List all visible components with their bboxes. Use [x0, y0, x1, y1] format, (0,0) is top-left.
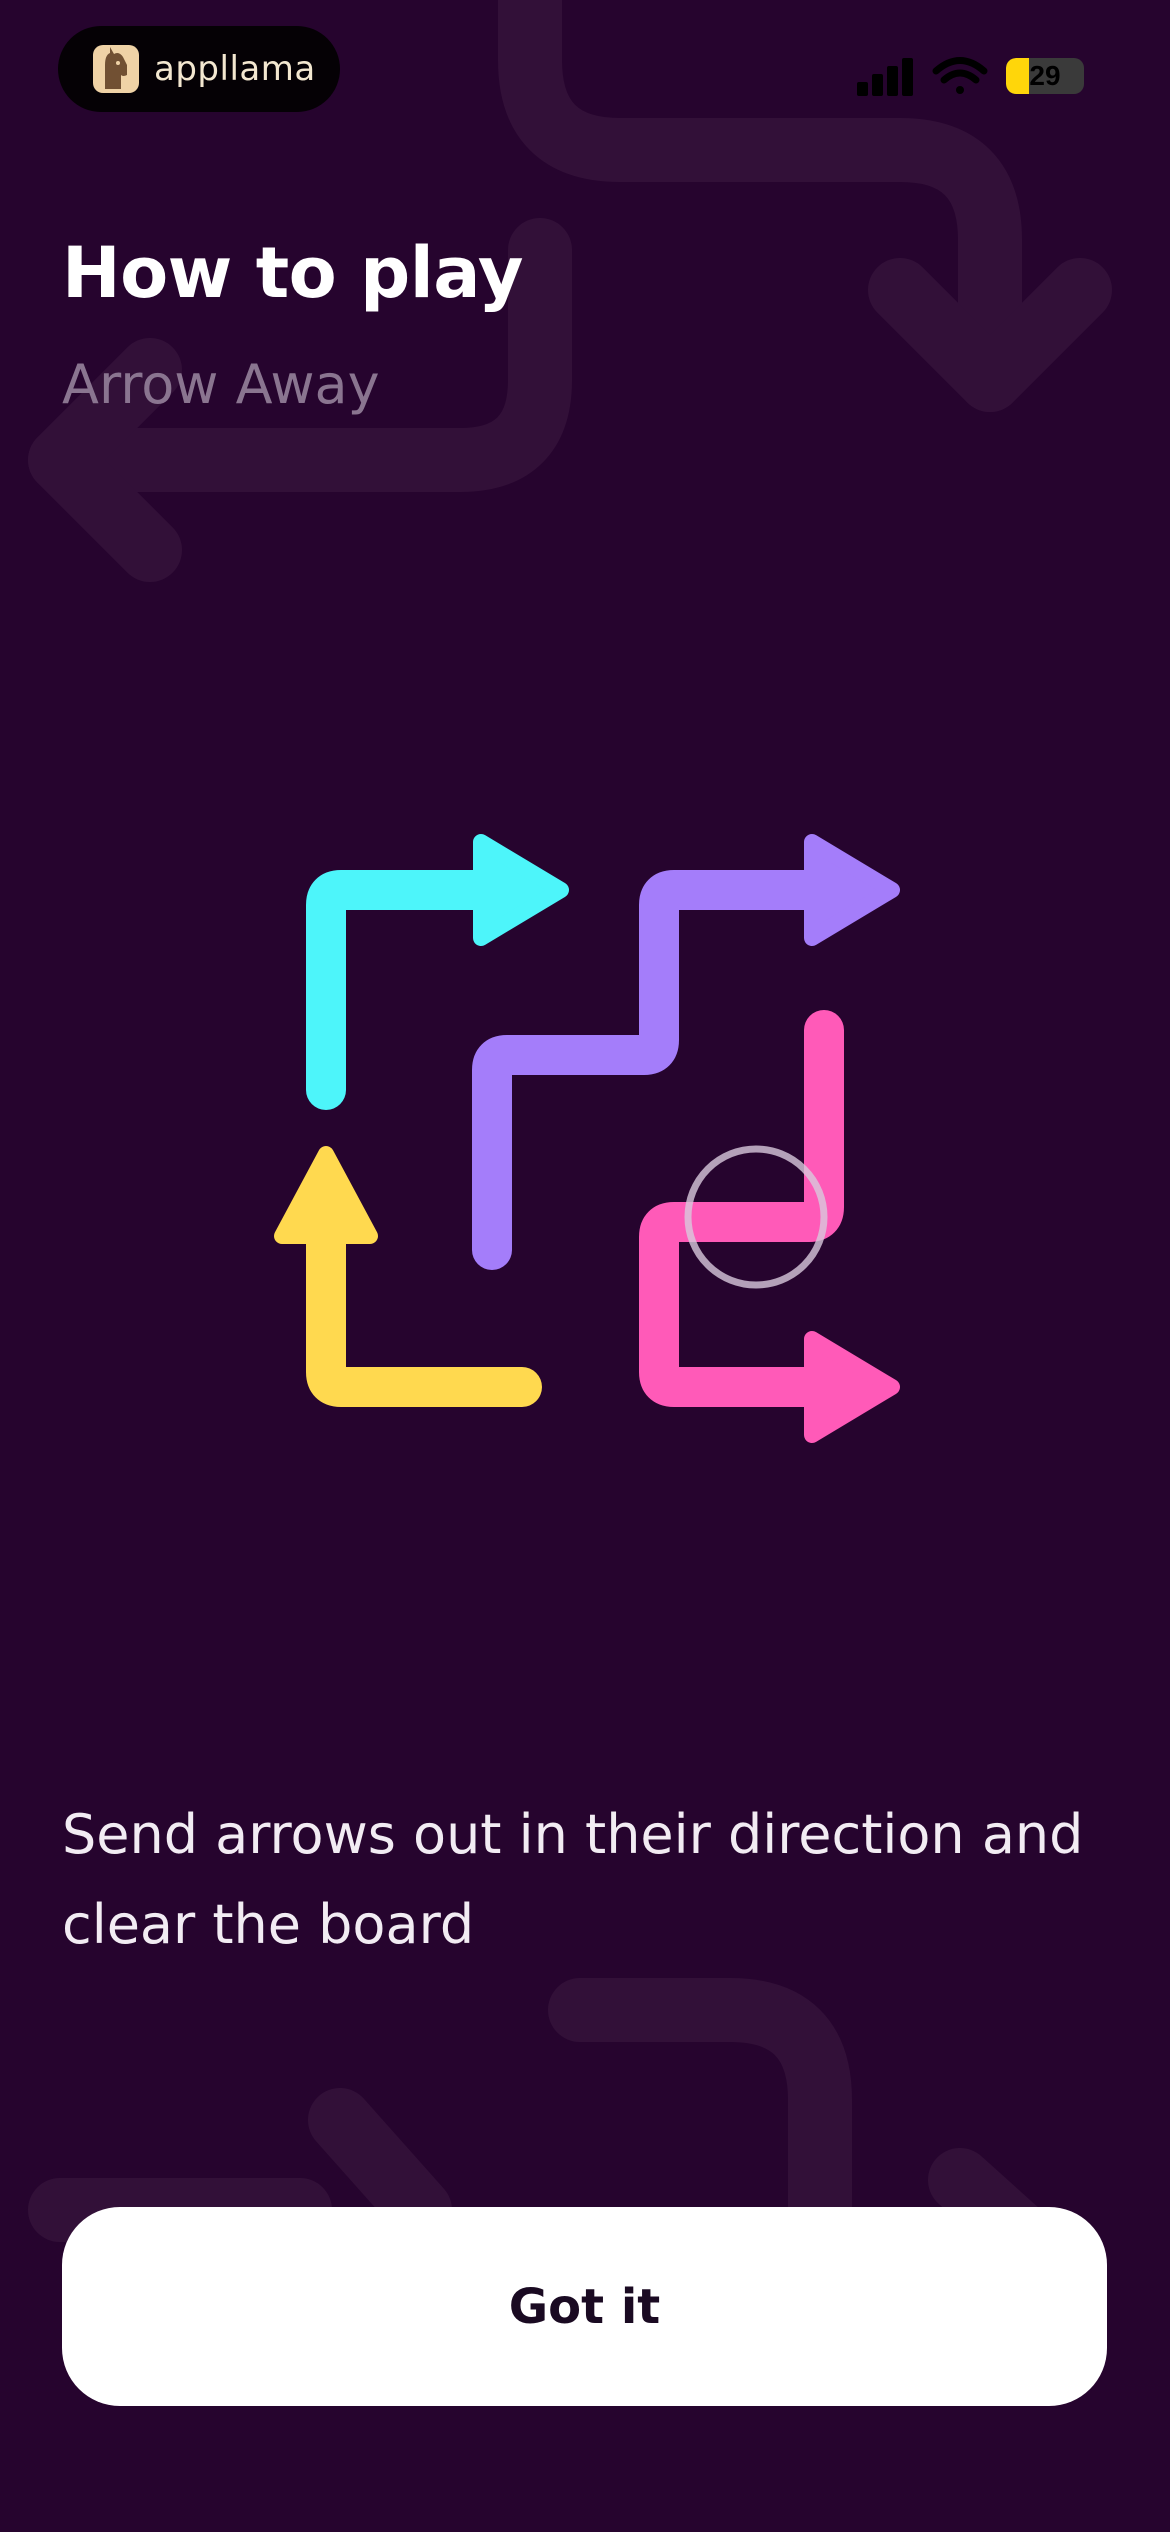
pink-arrow-head [804, 1331, 900, 1443]
pink-arrow-body [639, 1010, 844, 1407]
yellow-arrow-head [274, 1146, 378, 1244]
arrow-puzzle-illustration [274, 834, 900, 1443]
purple-arrow-head [804, 834, 900, 946]
cyan-arrow-body [306, 870, 510, 1110]
got-it-button[interactable]: Got it [62, 2207, 1107, 2406]
cyan-arrow-head [473, 834, 569, 946]
how-to-play-screen: appllama 29 How to play Arrow Away Send … [0, 0, 1170, 2532]
instruction-text: Send arrows out in their direction and c… [62, 1803, 1084, 1956]
purple-arrow-body [472, 870, 840, 1270]
